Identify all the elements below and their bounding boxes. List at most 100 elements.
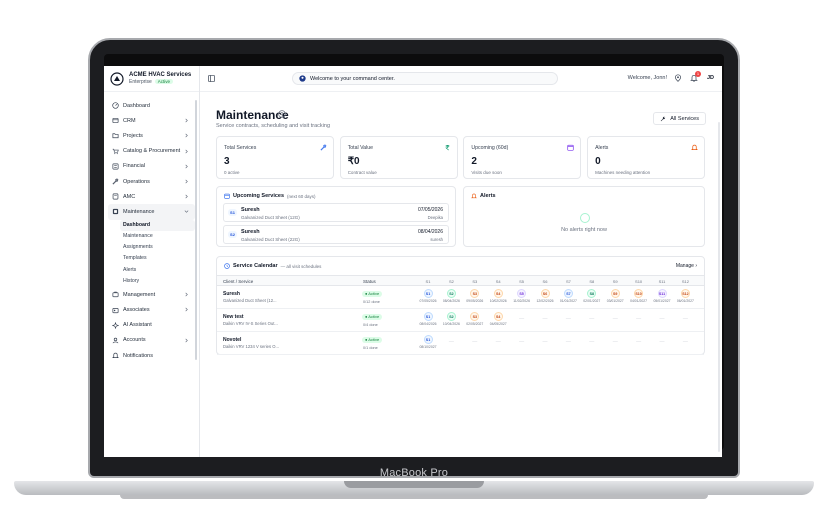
calendar-client: Novotel	[223, 337, 242, 343]
submenu-item-history[interactable]: History	[120, 276, 195, 287]
sidebar-item-crm[interactable]: CRM	[108, 113, 195, 128]
upcoming-client: Suresh	[241, 207, 260, 213]
upcoming-client: Suresh	[241, 229, 260, 235]
empty-dash: —	[636, 339, 642, 345]
associates-icon	[112, 307, 119, 313]
visit-badge: S8	[587, 289, 597, 298]
visit-slot-badge: S1	[228, 209, 237, 216]
empty-visit-cell: —	[487, 336, 509, 345]
empty-dash: —	[589, 316, 595, 322]
user-avatar[interactable]: JD	[707, 75, 714, 81]
upcoming-row[interactable]: S2 Suresh Galvanized Duct Sheet (22G) 08/04…	[223, 225, 449, 244]
stat-value: 0	[595, 156, 601, 167]
sidebar-item-maintenance[interactable]: Maintenance	[108, 204, 195, 220]
visit-cell[interactable]: S2 10/04/2026	[440, 312, 462, 326]
maintenance-icon	[112, 209, 119, 215]
col-slot: S11	[658, 279, 666, 284]
submenu-item-templates[interactable]: Templates	[120, 253, 195, 264]
sidebar-item-accounts[interactable]: Accounts	[108, 333, 195, 348]
calendar-row[interactable]: Novotel Daikin VRV 1234 V series O... ● Ac…	[217, 332, 704, 355]
visit-date: 10/04/2026	[442, 322, 460, 326]
visit-date: 02/01/2027	[583, 299, 601, 303]
sidebar-item-operations[interactable]: Operations	[108, 174, 195, 189]
visit-cell[interactable]: S9 03/01/2027	[604, 289, 626, 303]
sidebar-item-catalog-procurement[interactable]: Catalog & Procurement	[108, 144, 195, 159]
org-switcher[interactable]: ACME HVAC Services Enterprise Active	[104, 66, 199, 92]
visit-date: 08/04/2026	[419, 322, 437, 326]
visit-cell[interactable]: S1 08/04/2026	[417, 312, 439, 326]
visit-cell[interactable]: S10 04/01/2027	[628, 289, 650, 303]
col-slot: S9	[612, 279, 618, 284]
stat-card-alerts: Alerts 0 Machines needing attention	[587, 136, 706, 179]
sidebar-scrollbar[interactable]	[194, 100, 197, 360]
visit-cell[interactable]: S4 04/05/2027	[487, 312, 509, 326]
stat-hint: Contract value	[347, 170, 377, 175]
col-slot: S8	[589, 279, 595, 284]
chevron-right-icon	[185, 194, 188, 199]
upcoming-service: Galvanized Duct Sheet (12G)	[241, 215, 300, 220]
visit-cell[interactable]: S12 06/01/2027	[674, 289, 696, 303]
app-screen: ACME HVAC Services Enterprise Active Dash…	[104, 66, 722, 457]
visit-cell[interactable]: S11 05/01/2027	[651, 289, 673, 303]
visit-badge: S2	[446, 312, 456, 321]
bell-icon	[691, 144, 699, 150]
empty-visit-cell: —	[511, 313, 533, 322]
visit-cell[interactable]: S2 08/04/2026	[440, 289, 462, 303]
org-logo-icon	[110, 71, 124, 86]
sidebar-item-label: Operations	[123, 178, 150, 185]
visit-badge: S5	[517, 289, 527, 298]
visit-date: 02/05/2027	[466, 322, 484, 326]
all-services-button[interactable]: All Services	[653, 112, 706, 125]
empty-dash: —	[682, 339, 688, 345]
sidebar-item-management[interactable]: Management	[108, 287, 195, 302]
calendar-note: — all visit schedules	[280, 263, 322, 269]
device-label: MacBook Pro	[379, 467, 449, 479]
sidebar-item-notifications[interactable]: Notifications	[108, 348, 195, 363]
visit-badge: S3	[470, 312, 480, 321]
sidebar-item-amc[interactable]: AMC	[108, 189, 195, 204]
submenu-item-assignments[interactable]: Assignments	[120, 242, 195, 253]
visit-badge: S3	[470, 289, 480, 298]
command-center-input[interactable]: Welcome to your command center.	[292, 72, 558, 85]
financial-icon	[112, 163, 119, 170]
calendar-row[interactable]: New test Daikin VRV IV-S Series Out... ● A…	[217, 309, 704, 332]
sidebar-item-ai-assistant[interactable]: AI Assistant	[108, 318, 195, 333]
visit-date: 10/02/2026	[489, 299, 507, 303]
empty-dash: —	[448, 339, 454, 345]
visit-cell[interactable]: S3 09/05/2026	[464, 289, 486, 303]
submenu-item-alerts[interactable]: Alerts	[120, 265, 195, 276]
submenu-item-dashboard[interactable]: Dashboard	[120, 219, 195, 231]
visit-date: 01/01/2027	[559, 299, 577, 303]
stat-label: Upcoming (60d)	[471, 145, 509, 151]
visit-cell[interactable]: S7 01/01/2027	[557, 289, 579, 303]
sidebar-item-label: Notifications	[123, 352, 153, 359]
visit-cell[interactable]: S5 11/02/2026	[511, 289, 533, 303]
visit-cell[interactable]: S1 08/10/2027	[417, 335, 439, 349]
sidebar-item-projects[interactable]: Projects	[108, 128, 195, 143]
submenu-item-maintenance[interactable]: Maintenance	[120, 231, 195, 242]
visit-cell[interactable]: S1 07/05/2026	[417, 289, 439, 303]
sidebar-toggle-icon[interactable]	[208, 75, 215, 82]
sidebar-item-associates[interactable]: Associates	[108, 302, 195, 317]
visit-slot-badge: S2	[228, 231, 237, 238]
visit-cell[interactable]: S8 02/01/2027	[581, 289, 603, 303]
help-icon[interactable]	[278, 110, 286, 118]
visit-cell[interactable]: S6 12/02/2026	[534, 289, 556, 303]
upcoming-row[interactable]: S1 Suresh Galvanized Duct Sheet (12G) 07/05…	[223, 203, 449, 222]
upcoming-note: (next 60 days)	[287, 193, 316, 199]
visit-badge: S2	[446, 289, 456, 298]
upcoming-services-card: Upcoming Services (next 60 days) S1 Sures…	[216, 186, 456, 247]
sidebar-item-dashboard[interactable]: Dashboard	[108, 98, 195, 113]
manage-link[interactable]: Manage ›	[676, 263, 697, 269]
main-scrollbar[interactable]	[717, 122, 720, 452]
upcoming-service: Galvanized Duct Sheet (22G)	[241, 237, 300, 242]
progress-text: 0/1 done	[363, 346, 378, 350]
calendar-row[interactable]: Suresh Galvanized Duct Sheet (12... ● Acti…	[217, 286, 704, 309]
visit-cell[interactable]: S3 02/05/2027	[464, 312, 486, 326]
sidebar-item-label: AMC	[123, 193, 136, 200]
calendar-header-row: Client / Service Status S1 S2 S3 S4 S5 S6 S7 S8…	[217, 275, 704, 286]
chevron-right-icon	[185, 149, 188, 153]
sidebar-item-financial[interactable]: Financial	[108, 159, 195, 174]
location-icon[interactable]	[674, 74, 682, 82]
visit-cell[interactable]: S4 10/02/2026	[487, 289, 509, 303]
